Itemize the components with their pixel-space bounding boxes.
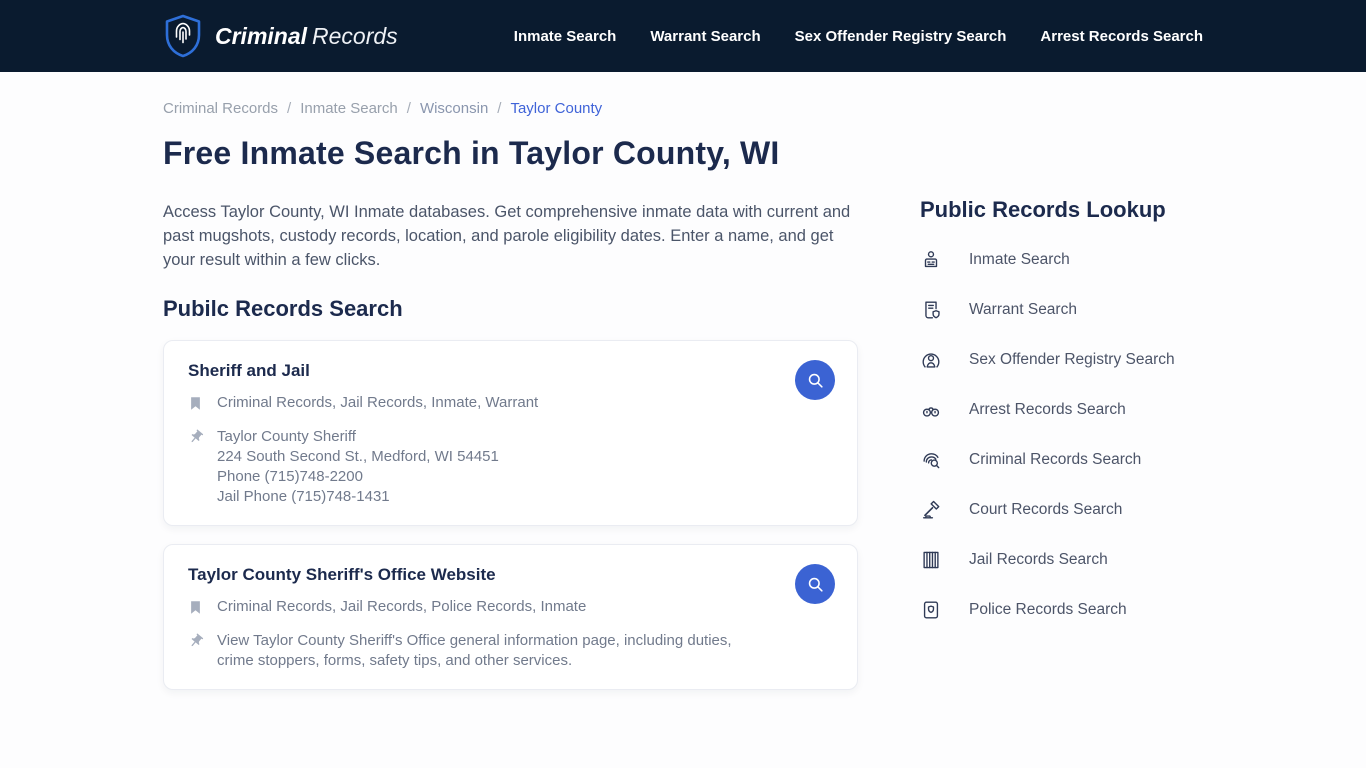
- intro-paragraph: Access Taylor County, WI Inmate database…: [163, 203, 851, 269]
- sidebar-item-court-records-search[interactable]: Court Records Search: [920, 485, 1203, 535]
- sidebar-item-label: Sex Offender Registry Search: [969, 351, 1175, 368]
- public-records-lookup-sidebar: Public Records Lookup Inmate Search Warr…: [920, 100, 1203, 690]
- search-icon: [806, 575, 825, 594]
- jail-records-icon: [920, 549, 942, 571]
- results-list: Sheriff and Jail Criminal Records, Jail …: [163, 340, 858, 690]
- breadcrumb-criminal-records[interactable]: Criminal Records: [163, 100, 278, 117]
- inmate-search-icon: [920, 249, 942, 271]
- card-details: Taylor County Sheriff 224 South Second S…: [217, 428, 499, 505]
- nav-inmate-search[interactable]: Inmate Search: [514, 28, 617, 45]
- warrant-search-icon: [920, 299, 942, 321]
- section-heading: Pubilc Records Search: [163, 296, 403, 321]
- sidebar-list: Inmate Search Warrant Search Sex Offende…: [920, 235, 1203, 635]
- sidebar-item-label: Warrant Search: [969, 301, 1077, 318]
- card-title[interactable]: Taylor County Sheriff's Office Website: [188, 565, 833, 585]
- pushpin-icon: [188, 631, 204, 671]
- bookmark-icon: [188, 393, 204, 417]
- pushpin-icon: [188, 427, 204, 507]
- sidebar-item-criminal-records-search[interactable]: Criminal Records Search: [920, 435, 1203, 485]
- breadcrumb: Criminal Records / Inmate Search / Wisco…: [163, 100, 858, 117]
- sidebar-item-label: Criminal Records Search: [969, 451, 1142, 468]
- breadcrumb-wisconsin[interactable]: Wisconsin: [420, 100, 488, 117]
- main-content: Criminal Records / Inmate Search / Wisco…: [163, 100, 858, 690]
- sidebar-item-warrant-search[interactable]: Warrant Search: [920, 285, 1203, 335]
- sidebar-item-inmate-search[interactable]: Inmate Search: [920, 235, 1203, 285]
- sidebar-item-label: Court Records Search: [969, 501, 1123, 518]
- card-details: View Taylor County Sheriff's Office gene…: [217, 632, 732, 669]
- card-search-button[interactable]: [795, 360, 835, 400]
- top-navigation-bar: Criminal Records Inmate Search Warrant Se…: [0, 0, 1366, 72]
- breadcrumb-separator: /: [287, 100, 292, 117]
- sidebar-item-police-records-search[interactable]: Police Records Search: [920, 585, 1203, 635]
- card-search-button[interactable]: [795, 564, 835, 604]
- brand-logo[interactable]: Criminal Records: [163, 14, 398, 58]
- bookmark-icon: [188, 597, 204, 621]
- card-tags: Criminal Records, Jail Records, Police R…: [217, 598, 587, 615]
- sidebar-heading: Public Records Lookup: [920, 197, 1166, 222]
- police-records-icon: [920, 599, 942, 621]
- card-tags: Criminal Records, Jail Records, Inmate, …: [217, 394, 539, 411]
- sex-offender-registry-icon: [920, 349, 942, 371]
- arrest-records-icon: [920, 399, 942, 421]
- result-card-sheriffs-office-website: Taylor County Sheriff's Office Website C…: [163, 544, 858, 690]
- sidebar-item-label: Police Records Search: [969, 601, 1127, 618]
- sidebar-item-jail-records-search[interactable]: Jail Records Search: [920, 535, 1203, 585]
- court-records-icon: [920, 499, 942, 521]
- sidebar-item-label: Jail Records Search: [969, 551, 1108, 568]
- breadcrumb-separator: /: [406, 100, 411, 117]
- criminal-records-search-icon: [920, 449, 942, 471]
- sidebar-item-label: Inmate Search: [969, 251, 1070, 268]
- search-icon: [806, 371, 825, 390]
- page-title: Free Inmate Search in Taylor County, WI: [163, 135, 780, 171]
- main-nav: Inmate Search Warrant Search Sex Offende…: [514, 28, 1203, 45]
- sidebar-item-sex-offender-registry-search[interactable]: Sex Offender Registry Search: [920, 335, 1203, 385]
- breadcrumb-inmate-search[interactable]: Inmate Search: [300, 100, 398, 117]
- breadcrumb-taylor-county[interactable]: Taylor County: [510, 100, 602, 117]
- breadcrumb-separator: /: [497, 100, 502, 117]
- nav-arrest-records-search[interactable]: Arrest Records Search: [1040, 28, 1203, 45]
- nav-sex-offender-registry-search[interactable]: Sex Offender Registry Search: [795, 28, 1007, 45]
- sidebar-item-arrest-records-search[interactable]: Arrest Records Search: [920, 385, 1203, 435]
- shield-fingerprint-icon: [163, 14, 203, 58]
- result-card-sheriff-and-jail: Sheriff and Jail Criminal Records, Jail …: [163, 340, 858, 526]
- sidebar-item-label: Arrest Records Search: [969, 401, 1126, 418]
- card-title[interactable]: Sheriff and Jail: [188, 361, 833, 381]
- brand-name: Criminal Records: [215, 22, 398, 49]
- nav-warrant-search[interactable]: Warrant Search: [650, 28, 760, 45]
